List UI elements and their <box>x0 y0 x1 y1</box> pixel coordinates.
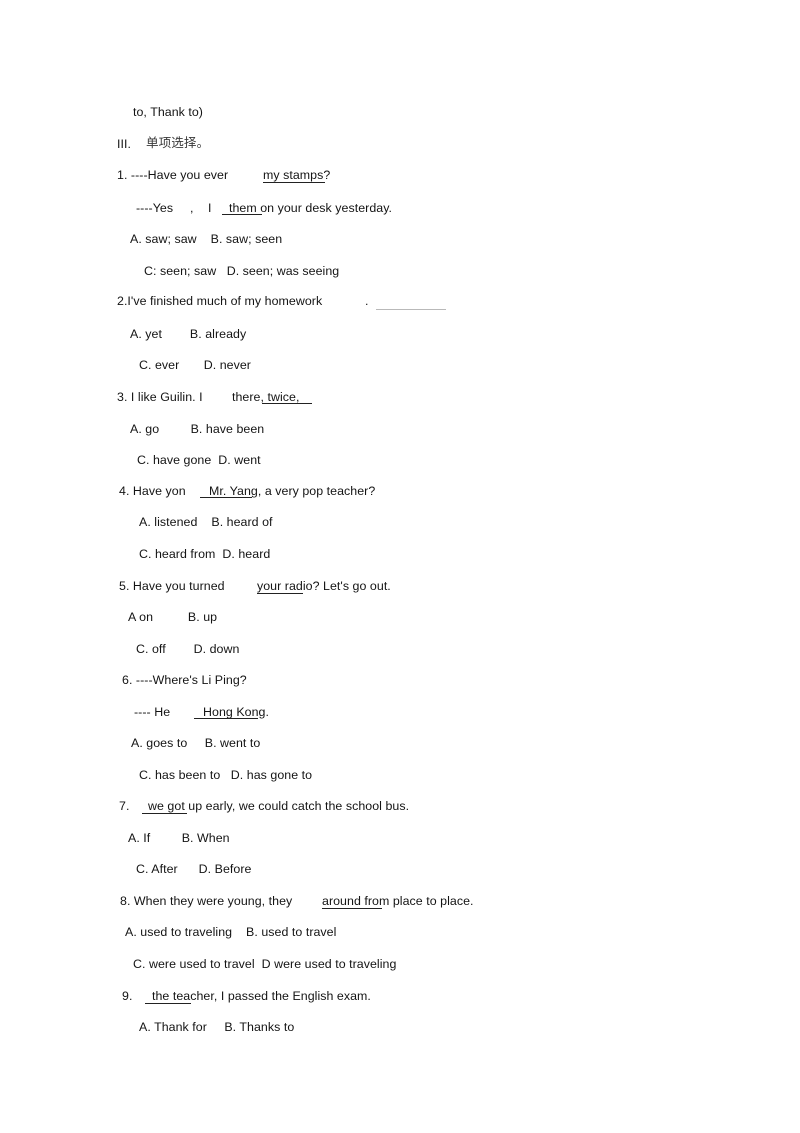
question-5-stem: 5. Have you turned <box>119 579 225 593</box>
question-4-blank-underline <box>200 497 252 498</box>
question-9-stem: 9. <box>122 989 133 1003</box>
question-3-blank-underline <box>262 403 312 404</box>
question-2-options-row-1: A. yet B. already <box>130 327 247 341</box>
question-2-options-row-2: C. ever D. never <box>139 358 251 372</box>
question-8-options-row-1: A. used to traveling B. used to travel <box>125 925 337 939</box>
question-3-stem: 3. I like Guilin. I <box>117 390 203 404</box>
question-4-stem: 4. Have yon <box>119 484 186 498</box>
question-5-options-row-1: A on B. up <box>128 610 218 624</box>
question-6-answer-lead: ---- He <box>134 705 171 719</box>
question-1-answer-tail: them on your desk yesterday. <box>229 201 393 215</box>
question-6-options-row-2: C. has been to D. has gone to <box>139 768 313 782</box>
question-3-stem-tail: there, twice, <box>232 390 300 404</box>
question-2-stem: 2.I've finished much of my homework <box>117 294 323 308</box>
carryover-line: to, Thank to) <box>133 105 203 119</box>
question-2-stem-tail: . <box>365 294 369 308</box>
question-6-stem: 6. ----Where's Li Ping? <box>122 673 247 687</box>
question-7-stem-tail: we got up early, we could catch the scho… <box>148 799 410 813</box>
question-1-answer-blank-underline <box>222 214 262 215</box>
question-1-stem: 1. ----Have you ever <box>117 168 229 182</box>
question-4-stem-tail: Mr. Yang, a very pop teacher? <box>209 484 376 498</box>
question-5-options-row-2: C. off D. down <box>136 642 240 656</box>
question-2-blank-underline <box>376 309 446 310</box>
question-8-options-row-2: C. were used to travel D were used to tr… <box>133 957 397 971</box>
question-1-blank-underline <box>263 182 325 183</box>
question-6-blank-underline <box>194 718 258 719</box>
question-8-blank-underline <box>322 908 382 909</box>
question-7-options-row-2: C. After D. Before <box>136 862 252 876</box>
question-4-options-row-2: C. heard from D. heard <box>139 547 271 561</box>
question-5-blank-underline <box>257 593 303 594</box>
section-numeral: III. <box>117 137 131 151</box>
question-7-options-row-1: A. If B. When <box>128 831 230 845</box>
question-8-stem-tail: around from place to place. <box>322 894 474 908</box>
question-3-options-row-2: C. have gone D. went <box>137 453 261 467</box>
question-3-options-row-1: A. go B. have been <box>130 422 265 436</box>
question-7-stem: 7. <box>119 799 130 813</box>
question-9-blank-underline <box>145 1003 191 1004</box>
question-1-options-row-1: A. saw; saw B. saw; seen <box>130 232 283 246</box>
section-heading-title: 单项选择。 <box>146 135 210 150</box>
question-1-answer-comma: , <box>190 201 194 215</box>
worksheet-page: to, Thank to) III. 单项选择。 1. ----Have you… <box>0 0 800 1133</box>
question-7-blank-underline <box>142 813 187 814</box>
question-1-answer-yes: ----Yes <box>136 201 174 215</box>
question-5-stem-tail: your radio? Let's go out. <box>257 579 391 593</box>
question-8-stem: 8. When they were young, they <box>120 894 293 908</box>
question-6-answer-tail: Hong Kong. <box>203 705 269 719</box>
question-9-options-row-1: A. Thank for B. Thanks to <box>139 1020 295 1034</box>
question-4-options-row-1: A. listened B. heard of <box>139 515 273 529</box>
question-1-stem-tail: my stamps? <box>263 168 331 182</box>
question-6-options-row-1: A. goes to B. went to <box>131 736 261 750</box>
question-9-stem-tail: the teacher, I passed the English exam. <box>152 989 371 1003</box>
question-1-answer-subject: I <box>208 201 212 215</box>
question-1-options-row-2: C: seen; saw D. seen; was seeing <box>144 264 340 278</box>
